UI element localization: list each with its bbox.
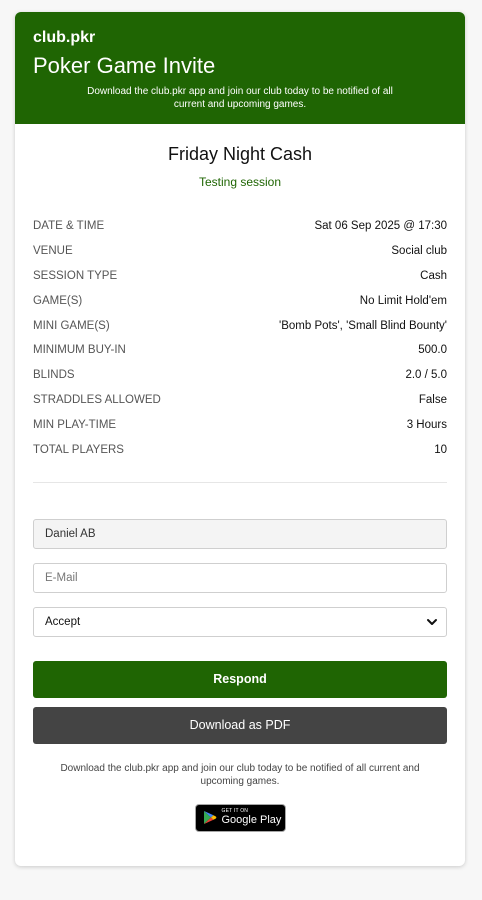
- store-main-label: Google Play: [221, 814, 282, 827]
- detail-row-min-play-time: MIN PLAY-TIME 3 Hours: [33, 412, 447, 437]
- invite-header: club.pkr Poker Game Invite Download the …: [15, 12, 465, 124]
- session-name: Friday Night Cash: [167, 144, 313, 164]
- detail-value: Sat 06 Sep 2025 @ 17:30: [314, 220, 447, 233]
- detail-row-games: GAME(S) No Limit Hold'em: [33, 288, 447, 313]
- brand-name: club.pkr: [33, 29, 96, 46]
- detail-value: Social club: [391, 245, 447, 258]
- detail-label: DATE & TIME: [33, 220, 105, 233]
- detail-label: MINIMUM BUY-IN: [33, 344, 126, 357]
- detail-row-min-buy-in: MINIMUM BUY-IN 500.0: [33, 338, 447, 363]
- detail-row-total-players: TOTAL PLAYERS 10: [33, 437, 447, 462]
- detail-label: TOTAL PLAYERS: [33, 443, 124, 456]
- detail-label: VENUE: [33, 245, 73, 258]
- session-note: Testing session: [198, 175, 282, 189]
- detail-value: Cash: [420, 269, 447, 282]
- session-details: DATE & TIME Sat 06 Sep 2025 @ 17:30 VENU…: [33, 214, 447, 462]
- detail-label: STRADDLES ALLOWED: [33, 393, 161, 406]
- response-select-value: Accept: [45, 615, 81, 628]
- detail-row-session-type: SESSION TYPE Cash: [33, 264, 447, 289]
- invite-body: Friday Night Cash Testing session DATE &…: [15, 142, 465, 832]
- invite-card: club.pkr Poker Game Invite Download the …: [15, 12, 465, 866]
- header-subtitle: Download the club.pkr app and join our c…: [87, 86, 393, 110]
- detail-value: 3 Hours: [406, 418, 447, 431]
- detail-label: MIN PLAY-TIME: [33, 418, 117, 431]
- detail-value: False: [418, 393, 447, 406]
- detail-value: 2.0 / 5.0: [405, 369, 447, 382]
- response-form: Accept Respond Download as PDF: [33, 518, 447, 744]
- detail-row-mini-games: MINI GAME(S) 'Bomb Pots', 'Small Blind B…: [33, 313, 447, 338]
- detail-row-date-time: DATE & TIME Sat 06 Sep 2025 @ 17:30: [33, 214, 447, 239]
- detail-row-blinds: BLINDS 2.0 / 5.0: [33, 363, 447, 388]
- detail-value: No Limit Hold'em: [359, 294, 447, 307]
- detail-value: 10: [434, 443, 447, 456]
- name-field[interactable]: [33, 518, 447, 549]
- section-divider: [33, 481, 447, 483]
- detail-label: MINI GAME(S): [33, 319, 110, 332]
- page-title: Poker Game Invite: [33, 53, 216, 78]
- detail-label: BLINDS: [33, 369, 75, 382]
- detail-label: SESSION TYPE: [33, 269, 118, 282]
- respond-button[interactable]: Respond: [33, 660, 447, 698]
- detail-row-venue: VENUE Social club: [33, 239, 447, 264]
- response-select[interactable]: Accept: [33, 606, 447, 637]
- store-text: GET IT ON Google Play: [222, 808, 282, 827]
- detail-row-straddles: STRADDLES ALLOWED False: [33, 388, 447, 413]
- download-pdf-button[interactable]: Download as PDF: [33, 706, 447, 744]
- footer-text: Download the club.pkr app and join our c…: [60, 762, 420, 787]
- chevron-down-icon: [427, 618, 437, 625]
- detail-value: 'Bomb Pots', 'Small Blind Bounty': [279, 319, 447, 332]
- google-play-badge[interactable]: GET IT ON Google Play: [194, 803, 286, 832]
- google-play-icon: [203, 811, 216, 825]
- detail-value: 500.0: [418, 344, 447, 357]
- detail-label: GAME(S): [33, 294, 83, 307]
- email-field[interactable]: [33, 562, 447, 593]
